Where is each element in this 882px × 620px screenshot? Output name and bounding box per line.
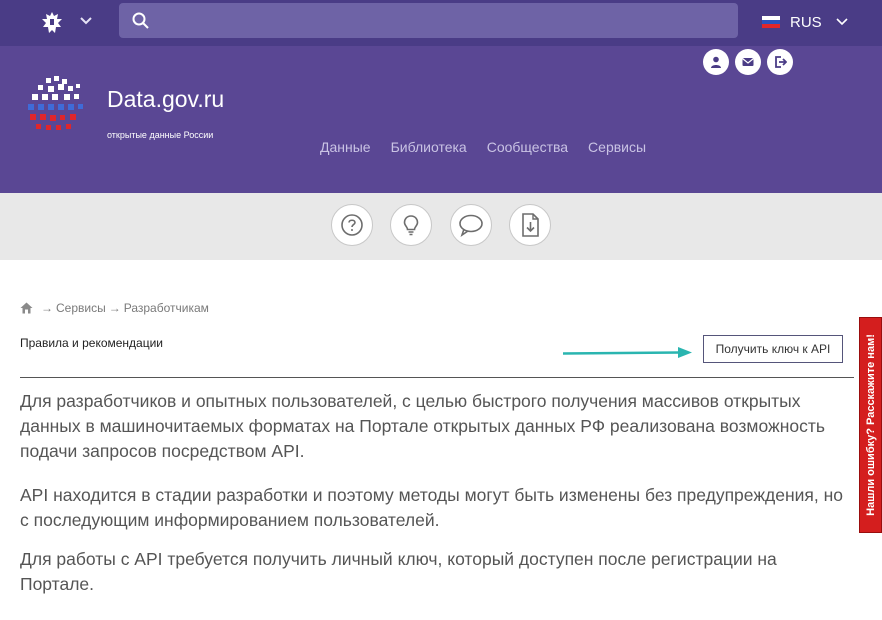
question-icon[interactable] xyxy=(331,204,373,246)
main-nav: Данные Библиотека Сообщества Сервисы xyxy=(320,139,646,155)
breadcrumb-separator: → xyxy=(108,301,121,315)
nav-item-services[interactable]: Сервисы xyxy=(588,139,646,155)
flag-icon xyxy=(762,16,780,28)
section-title: Правила и рекомендации xyxy=(20,336,164,350)
nav-item-data[interactable]: Данные xyxy=(320,139,371,155)
get-api-key-button[interactable]: Получить ключ к API xyxy=(703,335,843,363)
chevron-down-icon[interactable] xyxy=(80,14,92,29)
flag-stripe xyxy=(762,24,780,28)
chat-icon[interactable] xyxy=(450,204,492,246)
nav-item-communities[interactable]: Сообщества xyxy=(487,139,568,155)
content-paragraph: Для разработчиков и опытных пользователе… xyxy=(20,391,825,461)
download-doc-icon[interactable] xyxy=(509,204,551,246)
content-paragraph: API находится в стадии разработки и поэт… xyxy=(20,485,844,530)
search-bar xyxy=(119,3,738,40)
feedback-label: Нашли ошибку? Расскажите нам! xyxy=(864,334,877,516)
home-icon[interactable] xyxy=(20,302,33,314)
top-bar: RUS xyxy=(0,0,882,46)
emblem-icon[interactable] xyxy=(38,9,66,37)
nav-item-library[interactable]: Библиотека xyxy=(391,139,467,155)
feedback-tab[interactable]: Нашли ошибку? Расскажите нам! xyxy=(859,317,882,533)
divider xyxy=(20,377,854,378)
language-label: RUS xyxy=(790,13,822,31)
site-subtitle: открытые данные России xyxy=(107,130,214,140)
language-selector[interactable]: RUS xyxy=(762,12,848,32)
site-header: Data.gov.ru открытые данные России Данны… xyxy=(0,46,882,193)
chevron-down-icon xyxy=(836,18,848,26)
arrow-pointer-icon xyxy=(562,347,692,358)
breadcrumb-item-services[interactable]: Сервисы xyxy=(56,301,106,315)
site-logo[interactable] xyxy=(26,74,88,136)
breadcrumb-item-developers[interactable]: Разработчикам xyxy=(124,301,209,315)
site-title[interactable]: Data.gov.ru xyxy=(107,86,224,113)
breadcrumb: → Сервисы → Разработчикам xyxy=(20,301,209,315)
search-icon[interactable] xyxy=(132,12,150,30)
mail-icon[interactable] xyxy=(735,49,761,75)
breadcrumb-separator: → xyxy=(41,301,53,315)
lightbulb-icon[interactable] xyxy=(390,204,432,246)
search-input[interactable] xyxy=(159,3,733,40)
content-paragraph: Для работы с API требуется получить личн… xyxy=(20,549,777,594)
logout-icon[interactable] xyxy=(767,49,793,75)
icon-band xyxy=(0,193,882,260)
user-icon[interactable] xyxy=(703,49,729,75)
user-actions xyxy=(703,49,793,75)
